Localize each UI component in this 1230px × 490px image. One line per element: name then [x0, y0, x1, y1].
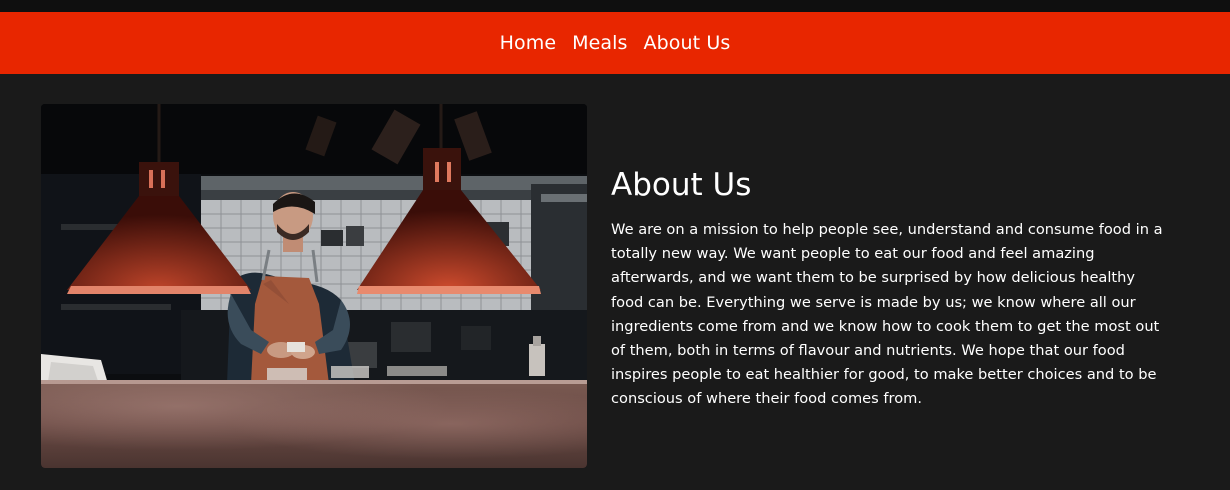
chef-kitchen-illustration	[41, 104, 587, 468]
about-title: About Us	[611, 167, 752, 203]
about-hero-image	[41, 104, 587, 468]
nav-meals-link[interactable]: Meals	[572, 32, 627, 54]
top-strip	[0, 0, 1230, 12]
about-description: We are on a mission to help people see, …	[611, 221, 1163, 408]
nav-home-link[interactable]: Home	[500, 32, 557, 54]
main-navbar: Home Meals About Us	[0, 12, 1230, 74]
nav-about-us-link[interactable]: About Us	[644, 32, 731, 54]
